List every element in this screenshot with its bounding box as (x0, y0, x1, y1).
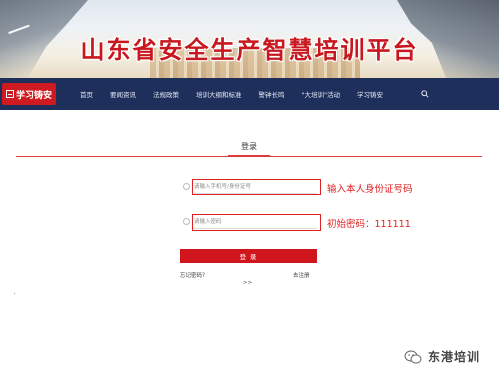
stray-dot (14, 293, 15, 294)
main-nav: 学习铸安 首页 要闻资讯 法规政策 培训大纲和标准 警钟长鸣 "大培训"活动 学… (0, 78, 499, 110)
id-annotation: 输入本人身份证号码 (327, 184, 413, 195)
nav-item-campaign[interactable]: "大培训"活动 (302, 89, 340, 99)
nav-item-warning[interactable]: 警钟长鸣 (259, 89, 285, 99)
site-title: 山东省安全生产智慧培训平台 (80, 35, 419, 64)
password-annotation: 初始密码：111111 (327, 219, 411, 230)
forgot-password-link[interactable]: 忘记密码？ (180, 271, 208, 279)
user-icon (183, 183, 190, 190)
wechat-icon (404, 350, 422, 363)
register-link[interactable]: 去注册 (293, 271, 310, 279)
nav-items: 首页 要闻资讯 法规政策 培训大纲和标准 警钟长鸣 "大培训"活动 学习铸安 (80, 78, 400, 110)
header-banner: 山东省安全生产智慧培训平台 (0, 0, 499, 78)
nav-item-study[interactable]: 学习铸安 (357, 89, 383, 99)
nav-item-outline[interactable]: 培训大纲和标准 (196, 89, 242, 99)
nav-logo-label: 学习铸安 (15, 90, 52, 101)
nav-item-regulations[interactable]: 法规政策 (153, 89, 179, 99)
nav-item-home[interactable]: 首页 (80, 89, 93, 99)
password-highlight-box (192, 214, 321, 231)
lock-icon (183, 218, 190, 225)
book-icon (5, 90, 14, 98)
search-icon[interactable] (421, 90, 429, 98)
id-highlight-box (192, 179, 321, 195)
nav-logo-button[interactable]: 学习铸安 (2, 83, 56, 105)
login-button[interactable]: 登 录 (180, 249, 317, 263)
tab-login[interactable]: 登录 (238, 141, 260, 152)
watermark: 东港培训 (404, 348, 480, 365)
tab-active-indicator (228, 155, 270, 157)
watermark-text: 东港培训 (428, 350, 481, 364)
more-link[interactable]: >> (243, 280, 252, 286)
nav-item-news[interactable]: 要闻资讯 (110, 89, 136, 99)
